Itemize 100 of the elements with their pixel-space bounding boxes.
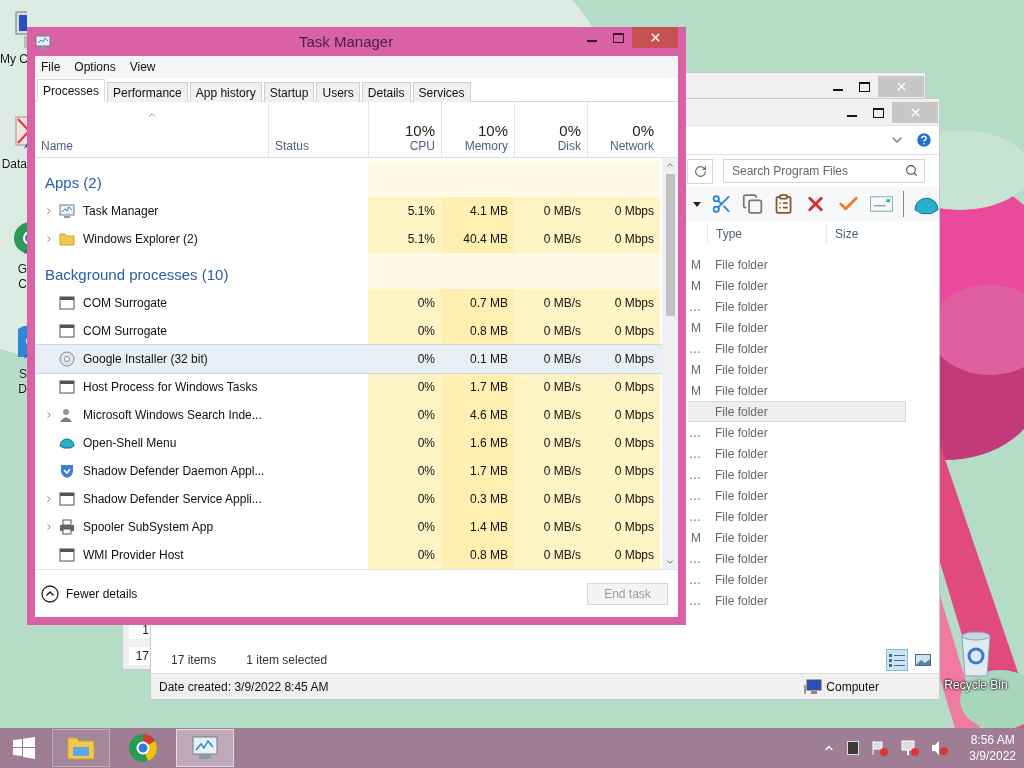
process-row[interactable]: Microsoft Windows Search Inde... 0% 4.6 MB 0 MB/s 0 Mbps xyxy=(35,401,662,429)
menu-item[interactable]: View xyxy=(129,60,156,74)
file-row[interactable]: M File folder xyxy=(688,380,906,401)
metric-cell: 0 Mbps xyxy=(587,513,660,541)
date-cell: … xyxy=(688,446,701,461)
network-icon[interactable] xyxy=(901,740,920,756)
expand-chevron-icon[interactable] xyxy=(44,410,54,420)
process-row[interactable]: Shadow Defender Service Appli... 0% 0.3 MB 0 MB/s 0 Mbps xyxy=(35,485,662,513)
tab[interactable]: Users xyxy=(316,82,360,102)
item-count: 17 items xyxy=(171,653,217,667)
recycle-bin-icon[interactable] xyxy=(958,630,994,678)
scissors-icon[interactable] xyxy=(710,193,732,215)
expand-chevron-icon[interactable] xyxy=(44,206,54,216)
type-cell: File folder xyxy=(715,278,768,293)
column-header[interactable]: CPU xyxy=(409,139,435,153)
minimize-icon xyxy=(586,40,597,42)
file-row[interactable]: … File folder xyxy=(688,464,906,485)
tab[interactable]: Startup xyxy=(263,82,315,102)
process-row[interactable]: Windows Explorer (2) 5.1% 40.4 MB 0 MB/s 0 Mbps xyxy=(35,225,662,253)
process-row[interactable]: COM Surrogate 0% 0.7 MB 0 MB/s 0 Mbps xyxy=(35,289,662,317)
tab[interactable]: App history xyxy=(189,82,262,102)
file-row[interactable]: File folder xyxy=(688,401,906,422)
file-row[interactable]: M File folder xyxy=(688,527,906,548)
column-header[interactable]: Network xyxy=(610,139,654,153)
column-header[interactable]: Name xyxy=(41,139,262,153)
speaker-icon[interactable] xyxy=(931,740,950,756)
details-view-button[interactable] xyxy=(886,649,908,671)
file-row[interactable]: M File folder xyxy=(688,317,906,338)
process-row[interactable]: Spooler SubSystem App 0% 1.4 MB 0 MB/s 0 Mbps xyxy=(35,513,662,541)
monitor-icon xyxy=(190,735,220,761)
square-icon[interactable] xyxy=(847,741,860,755)
flag-icon[interactable] xyxy=(871,740,890,756)
fewer-details-button[interactable]: Fewer details xyxy=(41,584,138,603)
metric-cell: 0% xyxy=(368,317,441,345)
metric-cell: 0 MB/s xyxy=(514,373,587,401)
menu-item[interactable]: File xyxy=(41,60,61,74)
search-field[interactable]: Search Program Files xyxy=(723,159,925,183)
file-row[interactable]: M File folder xyxy=(688,359,906,380)
file-row[interactable]: M File folder xyxy=(688,254,906,275)
close-button[interactable] xyxy=(632,27,678,48)
expand-chevron-icon[interactable] xyxy=(44,234,54,244)
type-cell: File folder xyxy=(715,320,768,335)
tab[interactable]: Performance xyxy=(107,82,188,102)
column-header[interactable]: Disk xyxy=(557,139,581,153)
metric-cell: 1.4 MB xyxy=(441,513,514,541)
copy-icon[interactable] xyxy=(741,193,763,215)
tab[interactable]: Details xyxy=(361,82,411,102)
file-row[interactable]: … File folder xyxy=(688,590,906,611)
tab[interactable]: Processes xyxy=(37,79,106,102)
menu-item[interactable]: Options xyxy=(74,60,116,74)
file-row[interactable]: … File folder xyxy=(688,485,906,506)
column-header[interactable]: Size xyxy=(826,223,907,244)
caret-down-icon[interactable] xyxy=(693,201,701,207)
column-header[interactable]: Type xyxy=(707,223,826,244)
process-row[interactable]: COM Surrogate 0% 0.8 MB 0 MB/s 0 Mbps xyxy=(35,317,662,345)
file-row[interactable]: … File folder xyxy=(688,338,906,359)
file-row[interactable]: … File folder xyxy=(688,422,906,443)
file-row[interactable]: … File folder xyxy=(688,569,906,590)
expand-chevron-icon[interactable] xyxy=(44,522,54,532)
process-row[interactable]: Google Installer (32 bit) 0% 0.1 MB 0 MB/s 0 Mbps xyxy=(35,345,662,373)
taskbar-app-button[interactable] xyxy=(176,729,234,767)
search-icon[interactable] xyxy=(905,164,918,177)
column-header[interactable]: Status xyxy=(275,139,310,153)
file-row[interactable]: M File folder xyxy=(688,275,906,296)
file-row[interactable]: … File folder xyxy=(688,443,906,464)
scroll-down-icon[interactable] xyxy=(665,557,675,567)
scroll-up-icon[interactable] xyxy=(665,160,675,170)
process-name: COM Surrogate xyxy=(83,296,168,310)
metric-cell-text: 0% xyxy=(416,351,436,368)
metric-cell: 0.7 MB xyxy=(441,289,514,317)
process-row[interactable]: Open-Shell Menu 0% 1.6 MB 0 MB/s 0 Mbps xyxy=(35,429,662,457)
expand-chevron-icon[interactable] xyxy=(44,494,54,504)
process-name: Windows Explorer (2) xyxy=(83,232,198,246)
process-name: Shadow Defender Service Appli... xyxy=(83,492,262,506)
column-header[interactable]: Memory xyxy=(464,139,508,153)
type-cell: File folder xyxy=(715,509,768,524)
file-row[interactable]: … File folder xyxy=(688,506,906,527)
scrollbar-thumb[interactable] xyxy=(665,174,675,316)
taskbar-app-button[interactable] xyxy=(52,729,110,767)
metric-cell: 0 MB/s xyxy=(514,513,587,541)
folder-icon xyxy=(66,735,96,761)
help-icon[interactable] xyxy=(915,131,933,149)
refresh-button[interactable] xyxy=(687,158,713,184)
process-row[interactable]: Shadow Defender Daemon Appl... 0% 1.7 MB 0 MB/s 0 Mbps xyxy=(35,457,662,485)
clock[interactable]: 8:56 AM 3/9/2022 xyxy=(969,732,1016,764)
usage-percent: 0% xyxy=(632,122,654,139)
metric-cell: 0 Mbps xyxy=(587,485,660,513)
process-row[interactable]: WMI Provider Host 0% 0.8 MB 0 MB/s 0 Mbps xyxy=(35,541,662,569)
process-row[interactable]: Host Process for Windows Tasks 0% 1.7 MB 0 MB/s 0 Mbps xyxy=(35,373,662,401)
metric-cell: 0 Mbps xyxy=(587,429,660,457)
card-icon[interactable] xyxy=(870,196,894,212)
date-cell-text: M xyxy=(690,383,701,398)
process-row[interactable]: Task Manager 5.1% 4.1 MB 0 MB/s 0 Mbps xyxy=(35,197,662,225)
scrollbar[interactable] xyxy=(662,158,678,569)
file-row[interactable]: … File folder xyxy=(688,296,906,317)
file-row[interactable]: … File folder xyxy=(688,548,906,569)
metric-cell: 4.1 MB xyxy=(441,197,514,225)
metric-cell: 0% xyxy=(368,513,441,541)
tab[interactable]: Services xyxy=(412,82,471,102)
window-icon xyxy=(59,491,75,507)
